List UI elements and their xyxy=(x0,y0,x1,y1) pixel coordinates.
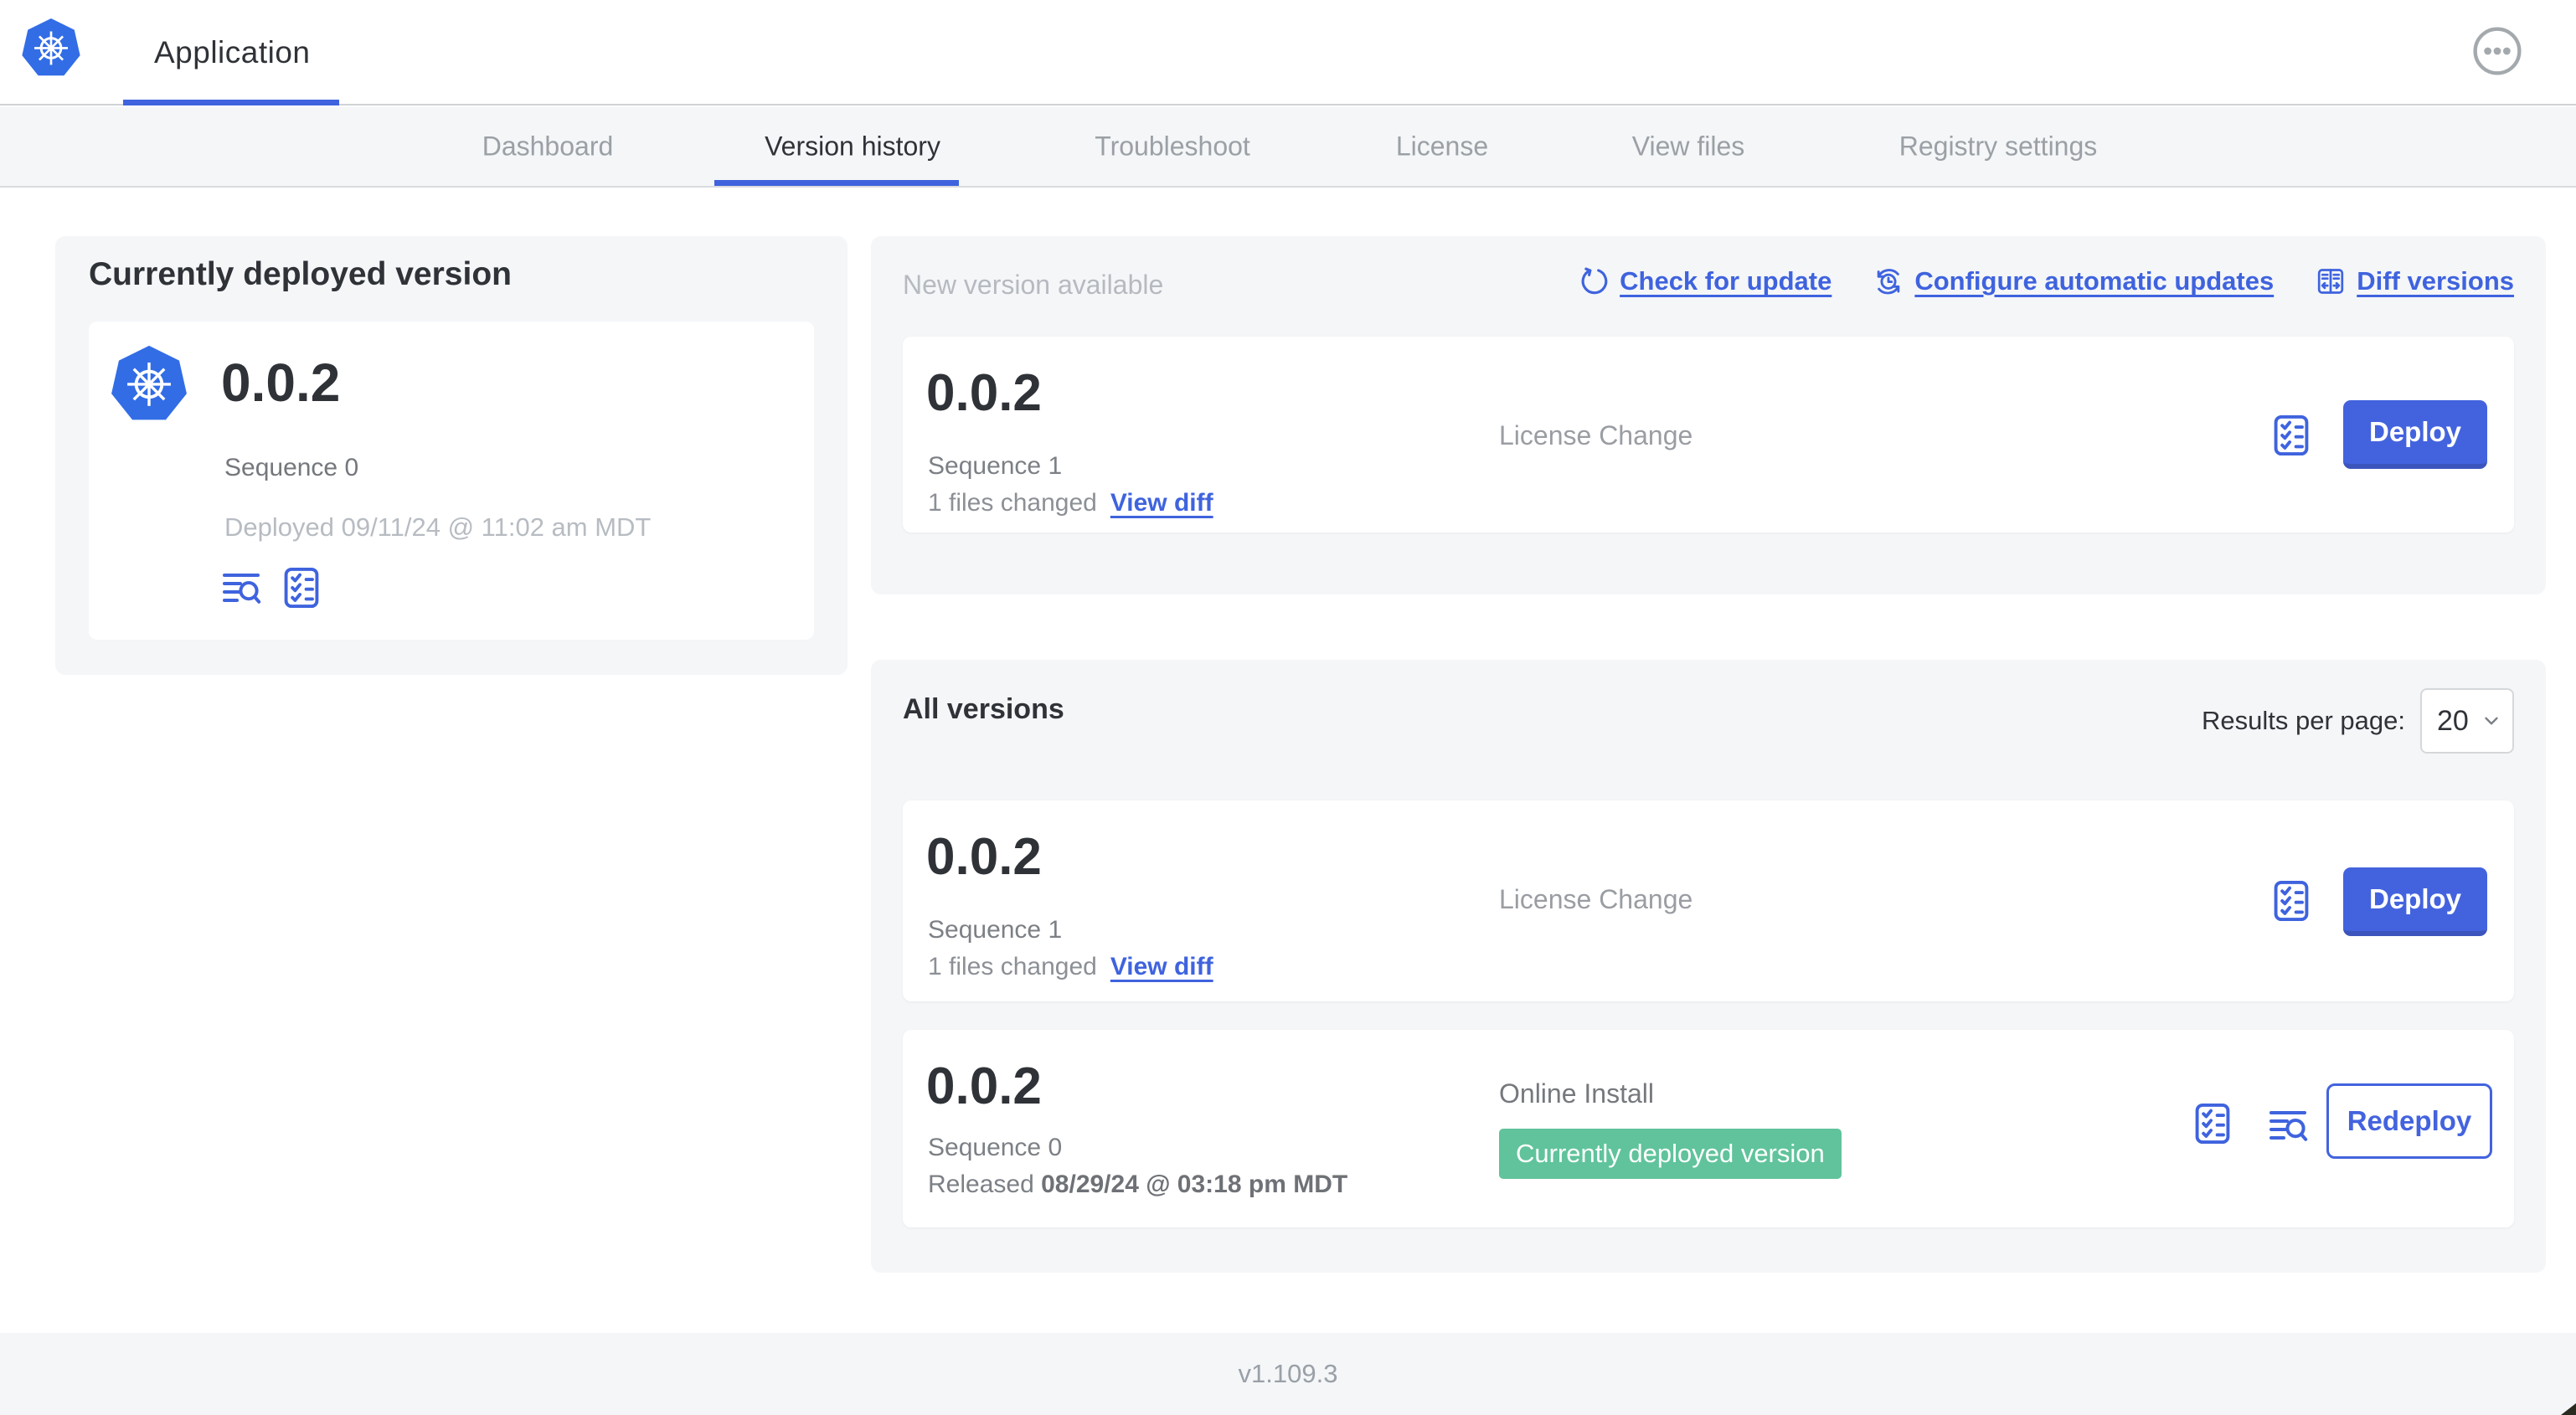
version-sequence: Sequence 0 xyxy=(928,1134,1063,1161)
view-logs-icon[interactable] xyxy=(221,568,261,608)
configure-automatic-updates-label: Configure automatic updates xyxy=(1914,266,2275,296)
preflight-checklist-icon[interactable] xyxy=(2269,414,2313,457)
app-title: Application xyxy=(154,35,311,69)
tab-version-history[interactable]: Version history xyxy=(765,131,940,162)
check-for-update-label: Check for update xyxy=(1620,266,1832,296)
deploy-button[interactable]: Deploy xyxy=(2343,867,2487,936)
deployed-actions xyxy=(221,566,323,610)
files-changed-text: 1 files changed xyxy=(928,953,1097,980)
version-actions-links: Check for update Configure automatic upd… xyxy=(1579,266,2514,296)
currently-deployed-badge: Currently deployed version xyxy=(1499,1129,1842,1179)
all-versions-section: All versions Results per page: 20 0.0.2 … xyxy=(871,660,2546,1273)
page-footer: v1.109.3 xyxy=(0,1333,2576,1415)
ellipsis-menu-icon[interactable] xyxy=(2471,25,2523,77)
view-logs-icon[interactable] xyxy=(2268,1105,2308,1145)
currently-deployed-panel: Currently deployed version 0.0.2 Sequenc… xyxy=(55,236,848,675)
results-per-page-label: Results per page: xyxy=(2202,706,2405,735)
all-versions-heading: All versions xyxy=(903,693,1064,725)
refresh-icon xyxy=(1579,266,1609,296)
cursor-artifact xyxy=(2561,1403,2576,1415)
version-sequence: Sequence 1 xyxy=(928,452,1063,480)
version-source: License Change xyxy=(1499,884,1693,914)
deployed-timestamp: Deployed 09/11/24 @ 11:02 am MDT xyxy=(224,512,652,542)
kubernetes-logo-icon xyxy=(20,15,82,79)
active-tab-underline xyxy=(714,180,959,186)
version-source: Online Install xyxy=(1499,1078,1654,1109)
application-page: Application Dashboard Version history Tr… xyxy=(0,0,2576,1415)
currently-deployed-card: 0.0.2 Sequence 0 Deployed 09/11/24 @ 11:… xyxy=(89,322,814,640)
deployed-version-number: 0.0.2 xyxy=(221,352,341,413)
diff-versions-label: Diff versions xyxy=(2357,266,2514,296)
version-number: 0.0.2 xyxy=(926,1057,1042,1115)
view-diff-link[interactable]: View diff xyxy=(1110,953,1213,981)
kubernetes-app-icon xyxy=(109,342,189,424)
version-number: 0.0.2 xyxy=(926,364,1042,422)
redeploy-button[interactable]: Redeploy xyxy=(2326,1083,2492,1159)
preflight-checklist-icon[interactable] xyxy=(2191,1102,2234,1145)
deploy-button[interactable]: Deploy xyxy=(2343,400,2487,469)
preflight-checklist-icon[interactable] xyxy=(280,566,323,610)
results-per-page: Results per page: 20 xyxy=(2202,688,2514,754)
tab-bar: Dashboard Version history Troubleshoot L… xyxy=(0,107,2576,188)
tab-license[interactable]: License xyxy=(1396,131,1488,162)
view-diff-link[interactable]: View diff xyxy=(1110,489,1213,517)
files-changed-line: 1 files changed View diff xyxy=(928,953,1213,981)
diff-versions-link[interactable]: Diff versions xyxy=(2316,266,2514,296)
schedule-update-icon xyxy=(1873,266,1904,296)
tab-troubleshoot[interactable]: Troubleshoot xyxy=(1095,131,1250,162)
tab-registry-settings[interactable]: Registry settings xyxy=(1899,131,2098,162)
diff-icon xyxy=(2316,266,2346,296)
app-title-active-underline xyxy=(123,100,339,105)
app-header: Application xyxy=(0,0,2576,105)
preflight-checklist-icon[interactable] xyxy=(2269,879,2313,923)
console-version: v1.109.3 xyxy=(1238,1359,1338,1388)
version-sequence: Sequence 1 xyxy=(928,916,1063,944)
results-per-page-value: 20 xyxy=(2437,704,2469,737)
released-timestamp: Released 08/29/24 @ 03:18 pm MDT xyxy=(928,1171,1347,1199)
check-for-update-link[interactable]: Check for update xyxy=(1579,266,1832,296)
deployed-sequence: Sequence 0 xyxy=(224,454,359,481)
released-label: Released xyxy=(928,1171,1034,1198)
chevron-down-icon xyxy=(2481,710,2502,732)
files-changed-text: 1 files changed xyxy=(928,489,1097,517)
currently-deployed-heading: Currently deployed version xyxy=(89,256,512,292)
files-changed-line: 1 files changed View diff xyxy=(928,489,1213,517)
configure-automatic-updates-link[interactable]: Configure automatic updates xyxy=(1873,266,2274,296)
tab-dashboard[interactable]: Dashboard xyxy=(482,131,614,162)
version-number: 0.0.2 xyxy=(926,828,1042,886)
version-row: 0.0.2 Sequence 1 1 files changed View di… xyxy=(903,800,2514,1001)
new-version-heading: New version available xyxy=(903,270,1164,300)
version-row: 0.0.2 Sequence 0 Released 08/29/24 @ 03:… xyxy=(903,1030,2514,1227)
new-version-section: New version available Check for update C… xyxy=(871,236,2546,594)
version-source: License Change xyxy=(1499,420,1693,450)
new-version-row: 0.0.2 Sequence 1 1 files changed View di… xyxy=(903,337,2514,533)
results-per-page-select[interactable]: 20 xyxy=(2420,688,2514,754)
released-date: 08/29/24 @ 03:18 pm MDT xyxy=(1041,1171,1348,1198)
tab-view-files[interactable]: View files xyxy=(1632,131,1745,162)
